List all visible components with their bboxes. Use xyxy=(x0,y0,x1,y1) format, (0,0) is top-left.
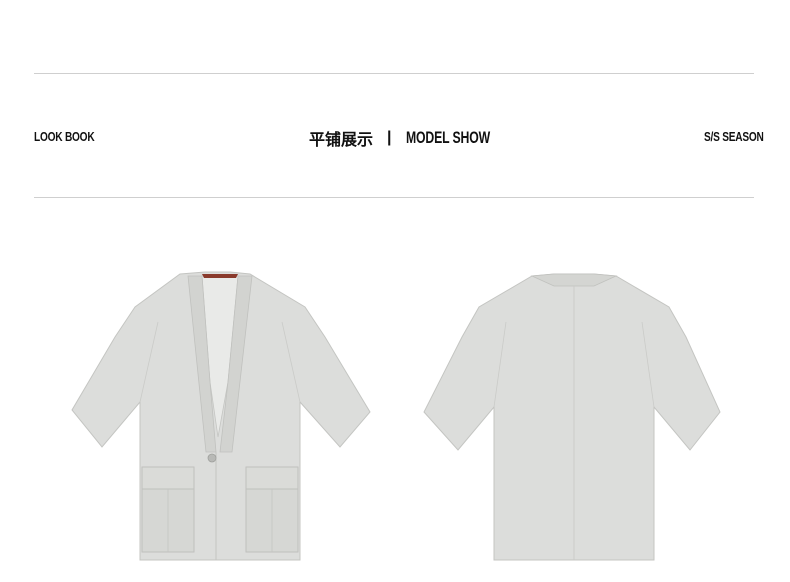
garment-front-image xyxy=(71,271,371,561)
look-book-label: LOOK BOOK xyxy=(34,129,95,144)
season-label: S/S SEASON xyxy=(704,129,764,144)
title-chinese: 平铺展示 xyxy=(309,130,374,149)
title-english: MODEL SHOW xyxy=(405,128,490,147)
title-separator: | xyxy=(387,129,392,146)
top-divider xyxy=(34,73,754,74)
garment-back-image xyxy=(423,273,721,561)
bottom-divider xyxy=(34,197,754,198)
section-title: 平铺展示 | MODEL SHOW xyxy=(309,126,522,150)
